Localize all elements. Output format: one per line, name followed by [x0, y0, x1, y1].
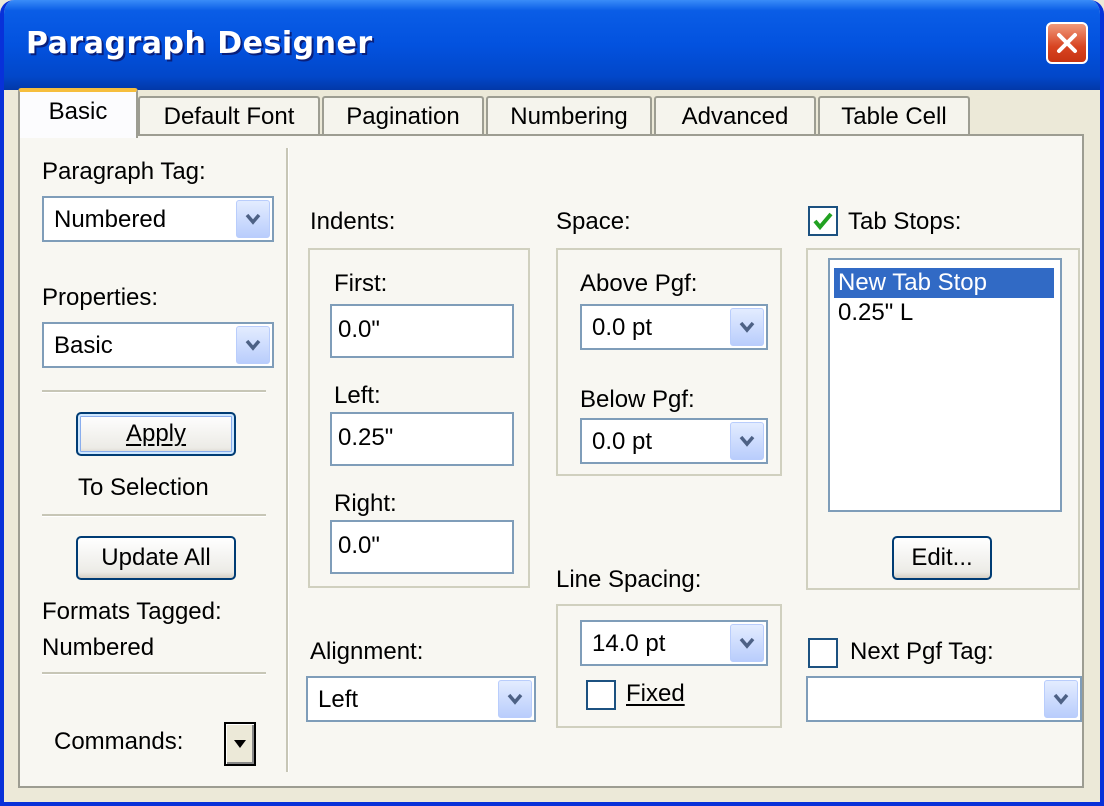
list-item[interactable]: 0.25" L [834, 298, 917, 328]
formats-tagged-label: Formats Tagged: [42, 598, 222, 625]
edit-button-label: Edit... [911, 544, 973, 571]
right-indent-input[interactable] [338, 532, 498, 560]
indents-label: Indents: [310, 208, 396, 235]
first-indent-label: First: [334, 270, 388, 297]
next-pgf-label: Next Pgf Tag: [850, 638, 994, 665]
tab-table-cell[interactable]: Table Cell [818, 96, 970, 136]
chevron-down-icon[interactable] [730, 308, 764, 346]
first-indent-field[interactable] [330, 304, 514, 358]
space-label: Space: [556, 208, 631, 235]
next-pgf-checkbox[interactable] [808, 638, 838, 668]
paragraph-designer-window: Paragraph Designer Basic Default Font Pa… [0, 0, 1104, 806]
paragraph-tag-value: Numbered [54, 206, 167, 233]
line-spacing-value: 14.0 pt [592, 630, 666, 657]
commands-menu-button[interactable] [224, 722, 256, 766]
edit-button[interactable]: Edit... [892, 536, 992, 580]
chevron-down-icon[interactable] [236, 326, 270, 364]
alignment-label: Alignment: [310, 638, 424, 665]
above-pgf-dropdown[interactable]: 0.0 pt [580, 304, 768, 350]
tab-numbering[interactable]: Numbering [486, 96, 652, 136]
chevron-down-icon[interactable] [730, 624, 764, 662]
title-bar[interactable]: Paragraph Designer [4, 0, 1100, 90]
chevron-down-icon[interactable] [498, 680, 532, 718]
formats-tagged-value: Numbered [42, 634, 155, 661]
right-indent-label: Right: [334, 490, 397, 517]
left-indent-label: Left: [334, 382, 381, 409]
below-pgf-label: Below Pgf: [580, 386, 695, 413]
close-button[interactable] [1046, 22, 1088, 64]
divider [42, 514, 266, 517]
commands-label: Commands: [54, 728, 184, 755]
apply-button[interactable]: Apply [76, 412, 236, 456]
chevron-down-icon[interactable] [1044, 680, 1078, 718]
checkmark-icon [813, 212, 833, 231]
divider [42, 672, 266, 675]
properties-label: Properties: [42, 284, 159, 311]
triangle-down-icon [234, 740, 246, 748]
update-all-button-label: Update All [101, 544, 211, 571]
update-all-button[interactable]: Update All [76, 536, 236, 580]
above-pgf-label: Above Pgf: [580, 270, 698, 297]
above-pgf-value: 0.0 pt [592, 314, 653, 341]
right-indent-field[interactable] [330, 520, 514, 574]
apply-caption: To Selection [78, 474, 209, 501]
tab-stops-label: Tab Stops: [848, 208, 962, 235]
close-icon [1057, 33, 1077, 53]
tab-basic[interactable]: Basic [18, 88, 138, 138]
basic-panel: Paragraph Tag: Numbered Properties: Basi… [18, 134, 1084, 788]
tab-stops-checkbox[interactable] [808, 206, 838, 236]
properties-dropdown[interactable]: Basic [42, 322, 274, 368]
below-pgf-dropdown[interactable]: 0.0 pt [580, 418, 768, 464]
paragraph-tag-label: Paragraph Tag: [42, 158, 206, 185]
alignment-dropdown[interactable]: Left [306, 676, 536, 722]
tab-advanced[interactable]: Advanced [654, 96, 816, 136]
properties-value: Basic [54, 332, 113, 359]
chevron-down-icon[interactable] [236, 200, 270, 238]
line-spacing-dropdown[interactable]: 14.0 pt [580, 620, 768, 666]
line-spacing-label: Line Spacing: [556, 566, 702, 593]
below-pgf-value: 0.0 pt [592, 428, 653, 455]
apply-button-label: Apply [125, 420, 187, 447]
tab-stops-list[interactable]: New Tab Stop 0.25" L [828, 258, 1062, 512]
fixed-checkbox[interactable] [586, 680, 616, 710]
chevron-down-icon[interactable] [730, 422, 764, 460]
tab-pagination[interactable]: Pagination [322, 96, 484, 136]
fixed-label: Fixed [626, 680, 685, 707]
window-title: Paragraph Designer [26, 26, 373, 61]
alignment-value: Left [318, 686, 359, 713]
next-pgf-dropdown[interactable] [806, 676, 1082, 722]
first-indent-input[interactable] [338, 316, 498, 344]
left-indent-input[interactable] [338, 424, 498, 452]
list-item[interactable]: New Tab Stop [834, 268, 1054, 298]
left-indent-field[interactable] [330, 412, 514, 466]
paragraph-tag-dropdown[interactable]: Numbered [42, 196, 274, 242]
vertical-divider [286, 148, 289, 772]
tab-default-font[interactable]: Default Font [138, 96, 320, 136]
divider [42, 390, 266, 393]
